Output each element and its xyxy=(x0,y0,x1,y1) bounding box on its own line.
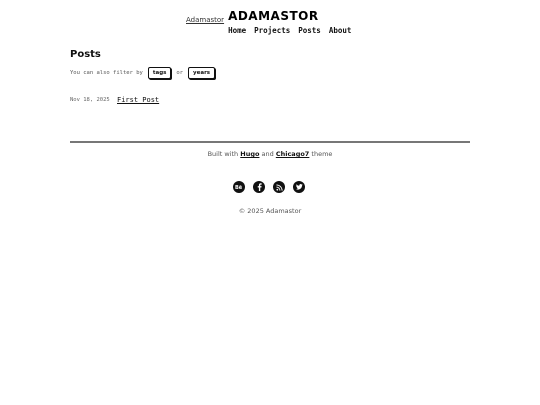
footer-divider xyxy=(70,141,470,143)
built-with: Built with Hugo and Chicago7 theme xyxy=(0,150,540,158)
theme-word: theme xyxy=(311,150,333,158)
copyright: © 2025 Adamastor xyxy=(238,207,302,215)
filter-row: You can also filter by tags or years xyxy=(70,67,470,79)
nav-posts[interactable]: Posts xyxy=(298,26,321,35)
nav-about[interactable]: About xyxy=(329,26,352,35)
post-link[interactable]: First Post xyxy=(117,96,159,104)
filter-years-button[interactable]: years xyxy=(188,67,216,79)
hugo-link[interactable]: Hugo xyxy=(240,150,259,158)
and-text: and xyxy=(261,150,274,158)
post-date: Nov 18, 2025 xyxy=(70,97,110,103)
logo-image[interactable]: Adamastor xyxy=(186,16,224,24)
brand-block: ADAMASTOR Home Projects Posts About xyxy=(228,10,359,36)
nav-home[interactable]: Home xyxy=(228,26,246,35)
twitter-icon[interactable] xyxy=(293,181,305,193)
svg-text:Bē: Bē xyxy=(235,185,243,190)
page-title: Posts xyxy=(70,49,101,60)
built-with-text: Built with xyxy=(207,150,239,158)
rss-icon[interactable] xyxy=(273,181,285,193)
filter-prefix: You can also filter by xyxy=(70,70,143,76)
site-header: Adamastor ADAMASTOR Home Projects Posts … xyxy=(186,10,359,36)
social-links: Bē xyxy=(233,181,313,193)
behance-icon[interactable]: Bē xyxy=(233,181,245,193)
nav-projects[interactable]: Projects xyxy=(254,26,290,35)
list-item: Nov 18, 2025 First Post xyxy=(70,96,470,104)
filter-tags-button[interactable]: tags xyxy=(147,67,172,79)
main-content: Posts You can also filter by tags or yea… xyxy=(70,49,470,104)
theme-link[interactable]: Chicago7 xyxy=(276,150,310,158)
site-title[interactable]: ADAMASTOR xyxy=(228,10,359,23)
facebook-icon[interactable] xyxy=(253,181,265,193)
filter-or: or xyxy=(176,70,184,76)
main-nav: Home Projects Posts About xyxy=(228,26,359,35)
